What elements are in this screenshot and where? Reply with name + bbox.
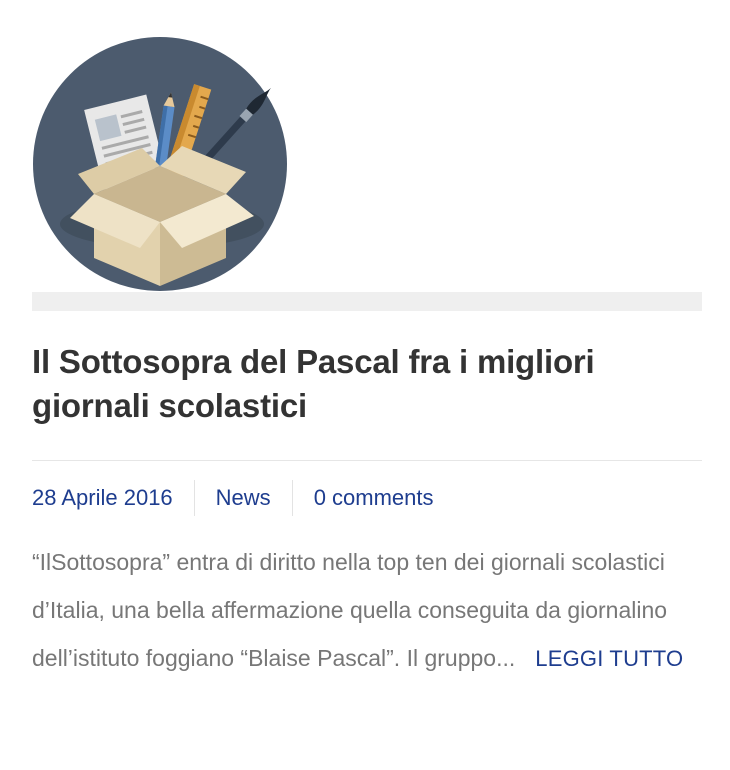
post-date-link[interactable]: 28 Aprile 2016 — [32, 480, 173, 516]
post-card: Il Sottosopra del Pascal fra i migliori … — [32, 0, 702, 770]
meta-separator — [291, 480, 293, 516]
title-divider — [32, 460, 702, 461]
image-bottom-bar — [32, 292, 702, 311]
read-more-link[interactable]: LEGGI TUTTO — [535, 646, 683, 671]
post-title[interactable]: Il Sottosopra del Pascal fra i migliori … — [32, 340, 692, 428]
meta-separator — [193, 480, 195, 516]
box-with-supplies-icon — [33, 37, 287, 291]
post-meta: 28 Aprile 2016 News 0 comments — [32, 480, 434, 516]
comments-link[interactable]: 0 comments — [314, 480, 434, 516]
post-excerpt: “IlSottosopra” entra di diritto nella to… — [32, 538, 697, 683]
category-link[interactable]: News — [216, 480, 271, 516]
